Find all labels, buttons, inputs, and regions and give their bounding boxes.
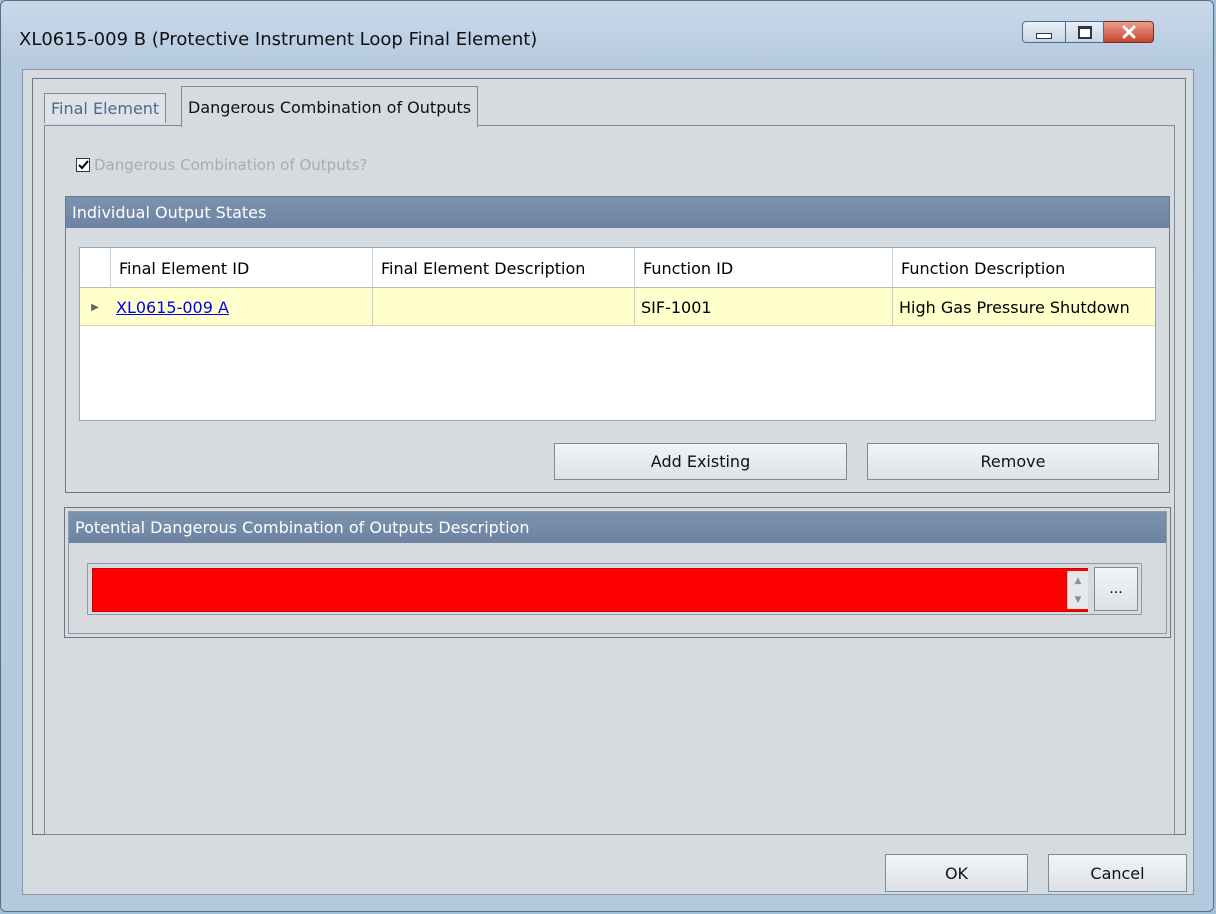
scroll-down-icon[interactable]: ▼ xyxy=(1075,595,1082,605)
minimize-icon xyxy=(1036,33,1052,39)
description-group-inner: Potential Dangerous Combination of Outpu… xyxy=(68,511,1167,634)
output-states-grid: Final Element ID Final Element Descripti… xyxy=(79,247,1156,421)
tab-panel: Dangerous Combination of Outputs? Indivi… xyxy=(44,125,1175,835)
title-bar[interactable]: XL0615-009 B (Protective Instrument Loop… xyxy=(1,1,1213,71)
ok-button[interactable]: OK xyxy=(885,854,1028,892)
minimize-button[interactable] xyxy=(1022,21,1066,43)
tab-dangerous-combination-label: Dangerous Combination of Outputs xyxy=(188,97,472,117)
dangerous-combination-checkbox-row[interactable]: Dangerous Combination of Outputs? xyxy=(76,156,367,174)
individual-output-states-group: Individual Output States Final Element I… xyxy=(65,196,1170,493)
description-textarea[interactable]: ▲ ▼ xyxy=(92,568,1088,612)
close-button[interactable] xyxy=(1104,21,1154,43)
tab-final-element[interactable]: Final Element xyxy=(44,93,167,123)
description-field-wrapper: ▲ ▼ ... xyxy=(87,563,1142,615)
dialog-window: XL0615-009 B (Protective Instrument Loop… xyxy=(0,0,1214,912)
remove-button[interactable]: Remove xyxy=(867,443,1159,480)
column-header-final-element-description[interactable]: Final Element Description xyxy=(372,248,634,288)
column-header-function-description[interactable]: Function Description xyxy=(892,248,1156,288)
scroll-up-icon[interactable]: ▲ xyxy=(1075,576,1082,586)
individual-output-states-header: Individual Output States xyxy=(66,197,1169,228)
tab-final-element-label: Final Element xyxy=(51,99,160,118)
description-ellipsis-button[interactable]: ... xyxy=(1094,567,1138,611)
maximize-button[interactable] xyxy=(1066,21,1104,43)
description-group: Potential Dangerous Combination of Outpu… xyxy=(64,507,1171,638)
dangerous-combination-checkbox-label: Dangerous Combination of Outputs? xyxy=(94,156,368,174)
dangerous-combination-checkbox[interactable] xyxy=(76,158,90,172)
maximize-icon xyxy=(1077,25,1092,39)
cancel-button[interactable]: Cancel xyxy=(1048,854,1187,892)
table-row[interactable]: ▶ XL0615-009 A SIF-1001 High Gas Pressur… xyxy=(80,288,1155,326)
column-header-function-id[interactable]: Function ID xyxy=(634,248,892,288)
row-indicator-icon: ▶ xyxy=(91,301,99,313)
cell-function-description[interactable]: High Gas Pressure Shutdown xyxy=(892,288,1156,326)
dialog-client: Final Element Dangerous Combination of O… xyxy=(22,69,1194,895)
grid-header-row: Final Element ID Final Element Descripti… xyxy=(80,248,1155,288)
tab-dangerous-combination[interactable]: Dangerous Combination of Outputs xyxy=(181,86,479,127)
add-existing-button[interactable]: Add Existing xyxy=(554,443,847,480)
cell-final-element-id[interactable]: XL0615-009 A xyxy=(110,288,372,326)
tab-container: Final Element Dangerous Combination of O… xyxy=(32,78,1186,835)
description-scroll-spinner[interactable]: ▲ ▼ xyxy=(1067,571,1088,609)
checkmark-icon xyxy=(77,160,89,170)
column-header-final-element-id[interactable]: Final Element ID xyxy=(110,248,372,288)
cell-final-element-description[interactable] xyxy=(372,288,634,326)
cell-function-id[interactable]: SIF-1001 xyxy=(634,288,892,326)
close-icon xyxy=(1122,25,1135,39)
window-title: XL0615-009 B (Protective Instrument Loop… xyxy=(19,29,538,50)
description-header: Potential Dangerous Combination of Outpu… xyxy=(69,512,1166,543)
final-element-link[interactable]: XL0615-009 A xyxy=(116,298,229,317)
window-controls xyxy=(1022,21,1154,45)
